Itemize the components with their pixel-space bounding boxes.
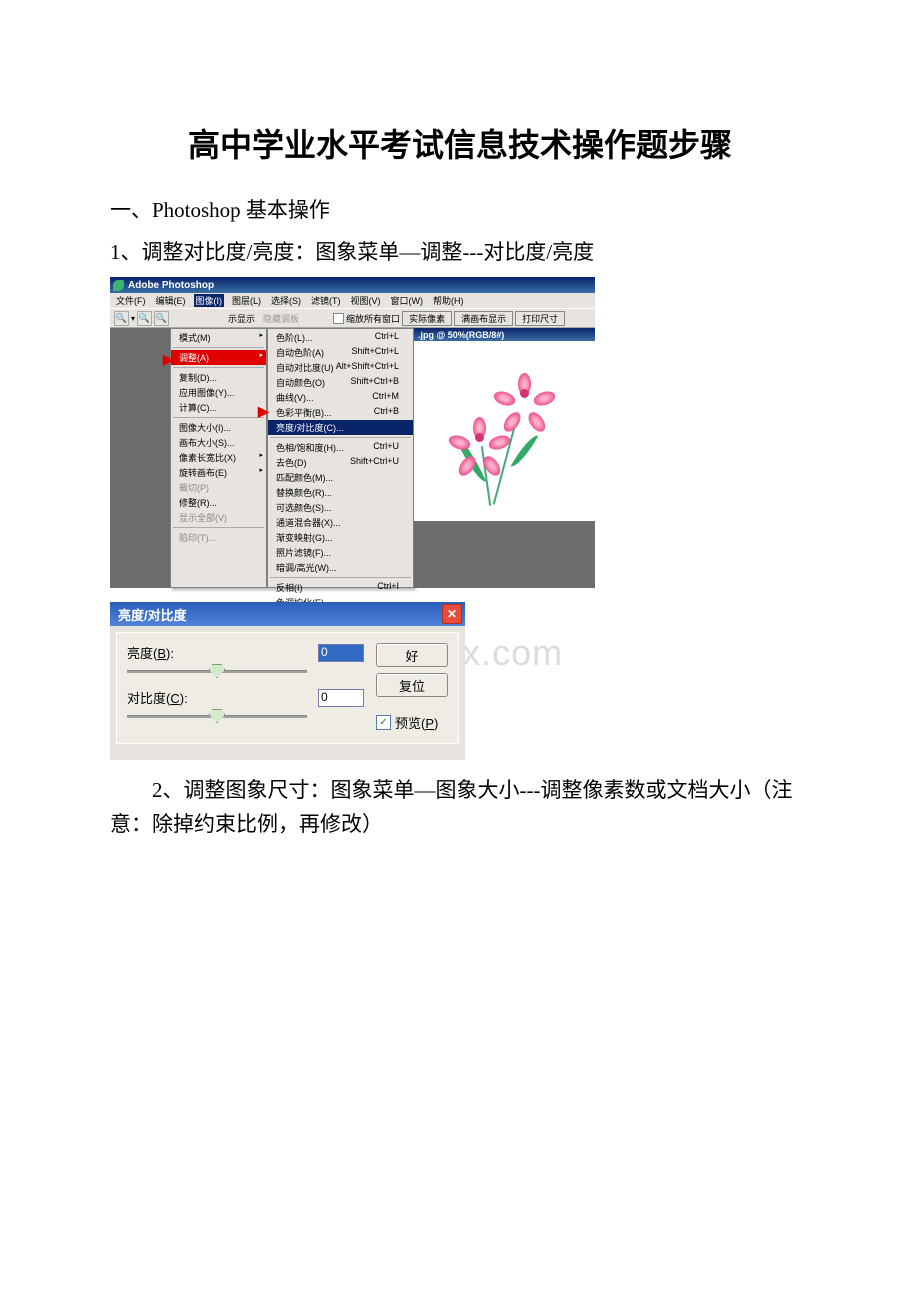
- menu-auto-color[interactable]: 自动颜色(O)Shift+Ctrl+B: [268, 375, 413, 390]
- step-1-text: 1、调整对比度/亮度：图象菜单—调整---对比度/亮度: [110, 236, 810, 270]
- contrast-slider[interactable]: [127, 709, 307, 723]
- close-icon[interactable]: ✕: [442, 604, 462, 624]
- ps-options-bar: 🔍 ▾ 🔍 🔍 示显示 隐藏调板 缩放所有窗口 实际像素 满画布显示 打印尺寸: [110, 308, 595, 328]
- brightness-contrast-dialog: 亮度/对比度 ✕ 亮度(B): 0 对比度(C):: [110, 602, 465, 760]
- menu-layer[interactable]: 图层(L): [230, 294, 263, 307]
- menu-match-color[interactable]: 匹配颜色(M)...: [268, 470, 413, 485]
- image-menu-dropdown: 模式(M) 调整(A) 复制(D)... 应用图像(Y)... 计算(C)...…: [170, 328, 267, 588]
- section-heading: 一、Photoshop 基本操作: [110, 194, 810, 228]
- menu-canvas-size[interactable]: 画布大小(S)...: [171, 435, 266, 450]
- dialog-titlebar: 亮度/对比度 ✕: [110, 602, 465, 626]
- print-size-button[interactable]: 打印尺寸: [515, 311, 565, 326]
- contrast-input[interactable]: 0: [318, 689, 364, 707]
- menu-mode[interactable]: 模式(M): [171, 330, 266, 345]
- contrast-label: 对比度(C):: [127, 688, 205, 707]
- menu-reveal-all: 显示全部(V): [171, 510, 266, 525]
- brightness-slider[interactable]: [127, 664, 307, 678]
- menu-levels[interactable]: 色阶(L)...Ctrl+L: [268, 330, 413, 345]
- toolbar-show-btn[interactable]: 示显示: [228, 312, 255, 325]
- actual-pixels-button[interactable]: 实际像素: [402, 311, 452, 326]
- flower-image: [445, 356, 565, 506]
- menu-brightness-contrast[interactable]: 亮度/对比度(C)...: [268, 420, 413, 435]
- preview-checkbox[interactable]: ✓ 预览(P): [376, 713, 448, 732]
- menu-hue-sat[interactable]: 色相/饱和度(H)...Ctrl+U: [268, 440, 413, 455]
- toolbar-hide-panels: 隐藏调板: [263, 312, 299, 325]
- zoom-in-icon[interactable]: 🔍: [137, 311, 152, 326]
- ps-app-icon: [113, 280, 124, 291]
- document-title: 高中学业水平考试信息技术操作题步骤: [110, 120, 810, 166]
- menu-calculations[interactable]: 计算(C)...: [171, 400, 266, 415]
- dialog-title: 亮度/对比度: [118, 605, 187, 624]
- menu-curves[interactable]: 曲线(V)...Ctrl+M: [268, 390, 413, 405]
- menu-window[interactable]: 窗口(W): [389, 294, 426, 307]
- zoom-out-icon[interactable]: 🔍: [154, 311, 169, 326]
- menu-rotate-canvas[interactable]: 旋转画布(E): [171, 465, 266, 480]
- menu-auto-levels[interactable]: 自动色阶(A)Shift+Ctrl+L: [268, 345, 413, 360]
- menu-color-balance[interactable]: 色彩平衡(B)...Ctrl+B: [268, 405, 413, 420]
- menu-auto-contrast[interactable]: 自动对比度(U)Alt+Shift+Ctrl+L: [268, 360, 413, 375]
- menu-crop: 裁切(P): [171, 480, 266, 495]
- ok-button[interactable]: 好: [376, 643, 448, 667]
- check-icon: ✓: [376, 715, 391, 730]
- ps-titlebar: Adobe Photoshop: [110, 277, 595, 293]
- menu-selective-color[interactable]: 可选颜色(S)...: [268, 500, 413, 515]
- menu-duplicate[interactable]: 复制(D)...: [171, 370, 266, 385]
- zoom-tool-icon[interactable]: 🔍: [114, 311, 129, 326]
- reset-button[interactable]: 复位: [376, 673, 448, 697]
- annotation-arrow-icon: ▶: [163, 351, 174, 368]
- document-canvas: [414, 341, 595, 521]
- step-2-text: 2、调整图象尺寸：图象菜单—图象大小---调整像素数或文档大小（注意：除掉约束比…: [110, 774, 810, 841]
- menu-select[interactable]: 选择(S): [269, 294, 303, 307]
- menu-help[interactable]: 帮助(H): [431, 294, 466, 307]
- ps-menubar: 文件(F) 编辑(E) 图像(I) 图层(L) 选择(S) 滤镜(T) 视图(V…: [110, 293, 595, 308]
- menu-invert[interactable]: 反相(I)Ctrl+I: [268, 580, 413, 595]
- adjustments-submenu: 色阶(L)...Ctrl+L 自动色阶(A)Shift+Ctrl+L 自动对比度…: [267, 328, 414, 588]
- ps-left-panel: [110, 328, 170, 588]
- menu-image-size[interactable]: 图像大小(I)...: [171, 420, 266, 435]
- ps-document-area: .jpg @ 50%(RGB/8#): [414, 328, 595, 588]
- document-titlebar: .jpg @ 50%(RGB/8#): [414, 328, 595, 341]
- annotation-arrow-icon: ▶: [258, 403, 269, 420]
- menu-channel-mixer[interactable]: 通道混合器(X)...: [268, 515, 413, 530]
- photoshop-screenshot-1: Adobe Photoshop 文件(F) 编辑(E) 图像(I) 图层(L) …: [110, 277, 595, 588]
- zoom-all-windows-checkbox[interactable]: 缩放所有窗口: [333, 312, 400, 325]
- menu-photo-filter[interactable]: 照片滤镜(F)...: [268, 545, 413, 560]
- menu-shadow-highlight[interactable]: 暗调/高光(W)...: [268, 560, 413, 575]
- menu-adjustments[interactable]: 调整(A): [171, 350, 266, 365]
- menu-trap: 陷印(T)...: [171, 530, 266, 545]
- menu-trim[interactable]: 修整(R)...: [171, 495, 266, 510]
- fit-screen-button[interactable]: 满画布显示: [454, 311, 513, 326]
- menu-gradient-map[interactable]: 渐变映射(G)...: [268, 530, 413, 545]
- menu-desaturate[interactable]: 去色(D)Shift+Ctrl+U: [268, 455, 413, 470]
- brightness-label: 亮度(B):: [127, 643, 205, 662]
- menu-replace-color[interactable]: 替换颜色(R)...: [268, 485, 413, 500]
- menu-view[interactable]: 视图(V): [349, 294, 383, 307]
- menu-image[interactable]: 图像(I): [194, 294, 225, 307]
- menu-pixel-aspect[interactable]: 像素长宽比(X): [171, 450, 266, 465]
- brightness-input[interactable]: 0: [318, 644, 364, 662]
- ps-app-title: Adobe Photoshop: [128, 280, 214, 291]
- menu-filter[interactable]: 滤镜(T): [309, 294, 343, 307]
- menu-file[interactable]: 文件(F): [114, 294, 148, 307]
- menu-edit[interactable]: 编辑(E): [154, 294, 188, 307]
- menu-apply-image[interactable]: 应用图像(Y)...: [171, 385, 266, 400]
